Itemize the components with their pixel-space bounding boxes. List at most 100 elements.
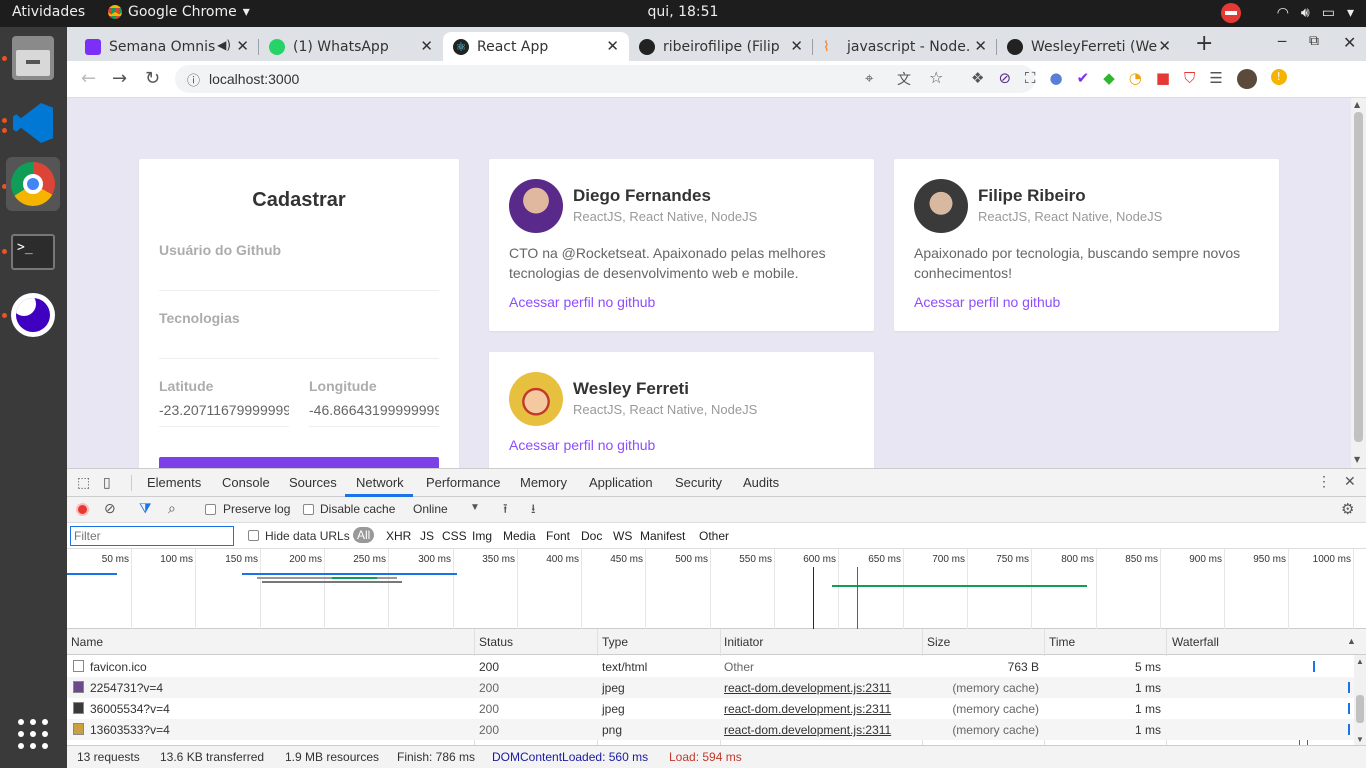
info-icon[interactable]: ⓘ xyxy=(187,70,200,89)
type-filter-css[interactable]: CSS xyxy=(442,529,467,543)
column-header-size[interactable]: Size xyxy=(927,635,950,649)
restore-button[interactable]: ⧉ xyxy=(1309,33,1319,49)
page-scrollbar[interactable]: ▲ ▼ xyxy=(1351,98,1366,468)
column-header-time[interactable]: Time xyxy=(1049,635,1075,649)
shield-icon[interactable]: ⛉ xyxy=(1184,69,1195,89)
tag-icon[interactable]: ◆ xyxy=(1103,69,1115,89)
scroll-down-icon[interactable]: ▼ xyxy=(1354,455,1360,464)
tab-performance[interactable]: Performance xyxy=(426,475,500,490)
tab-react-app[interactable]: ⚛ React App ✕ xyxy=(443,32,629,61)
column-header-waterfall[interactable]: Waterfall xyxy=(1172,635,1219,649)
column-header-name[interactable]: Name xyxy=(71,635,103,649)
more-options-icon[interactable]: ⋮ xyxy=(1317,473,1331,490)
tab-semana-omnistack[interactable]: Semana Omnis ◀) ✕ xyxy=(75,32,259,61)
translate-icon[interactable]: 文 xyxy=(897,69,911,89)
type-filter-xhr[interactable]: XHR xyxy=(386,529,411,543)
chrome-dock-icon[interactable] xyxy=(6,157,60,211)
tab-memory[interactable]: Memory xyxy=(520,475,567,490)
close-tab-icon[interactable]: ✕ xyxy=(1158,37,1171,55)
media-controls-icon[interactable]: ☰ xyxy=(1209,69,1222,89)
close-tab-icon[interactable]: ✕ xyxy=(236,37,249,55)
dropbox-icon[interactable]: ❖ xyxy=(971,69,984,89)
latitude-input[interactable]: -23.20711679999999 xyxy=(159,402,289,418)
extension-blue-icon[interactable]: ● xyxy=(1050,69,1063,89)
block-icon[interactable]: ⊘ xyxy=(998,69,1011,89)
tab-elements[interactable]: Elements xyxy=(147,475,201,490)
tab-ribeirofilipe-github[interactable]: ribeirofilipe (Filip ✕ xyxy=(629,32,813,61)
close-tab-icon[interactable]: ✕ xyxy=(420,37,433,55)
network-overview[interactable]: 50 ms 100 ms 150 ms 200 ms 250 ms 300 ms 350 m… xyxy=(67,549,1366,629)
type-filter-media[interactable]: Media xyxy=(503,529,536,543)
type-filter-all[interactable]: All xyxy=(353,527,375,543)
disable-cache-checkbox[interactable] xyxy=(303,504,314,515)
device-toolbar-icon[interactable]: ▯ xyxy=(103,474,111,491)
close-tab-icon[interactable]: ✕ xyxy=(606,37,619,55)
files-icon[interactable] xyxy=(6,31,60,85)
tab-application[interactable]: Application xyxy=(589,475,653,490)
column-header-initiator[interactable]: Initiator xyxy=(724,635,763,649)
system-tray[interactable]: ◠ 🔊︎ ▭ ▾ xyxy=(1220,3,1354,23)
type-filter-font[interactable]: Font xyxy=(546,529,570,543)
hide-data-urls-checkbox[interactable] xyxy=(248,530,259,541)
throttling-select[interactable]: Online xyxy=(413,502,448,516)
preserve-log-checkbox[interactable] xyxy=(205,504,216,515)
table-row[interactable]: 36005534?v=4 200 jpeg react-dom.development… xyxy=(67,698,1354,719)
initiator-link[interactable]: react-dom.development.js:2311 xyxy=(724,723,891,737)
url-text[interactable]: localhost:3000 xyxy=(209,71,299,87)
column-header-type[interactable]: Type xyxy=(602,635,628,649)
inspect-element-icon[interactable]: ⬚ xyxy=(77,474,90,491)
filter-input[interactable] xyxy=(70,526,234,546)
rss-icon[interactable]: ◔ xyxy=(1129,69,1142,89)
tab-security[interactable]: Security xyxy=(675,475,722,490)
save-button[interactable] xyxy=(159,457,439,468)
tab-stackoverflow[interactable]: ⌇ javascript - Node. ✕ xyxy=(813,32,997,61)
screenshot-icon[interactable]: ⛶ xyxy=(1025,69,1036,89)
filter-icon[interactable]: ⧩ xyxy=(139,500,152,517)
location-icon[interactable]: ⌖ xyxy=(865,69,873,87)
github-username-input[interactable] xyxy=(159,263,439,291)
scrollbar-thumb[interactable] xyxy=(1354,112,1363,442)
type-filter-js[interactable]: JS xyxy=(420,529,434,543)
scroll-down-icon[interactable]: ▼ xyxy=(1356,735,1364,744)
github-profile-link[interactable]: Acessar perfil no github xyxy=(509,437,655,453)
scroll-up-icon[interactable]: ▲ xyxy=(1356,657,1364,666)
vscode-icon[interactable] xyxy=(6,96,60,150)
tab-audits[interactable]: Audits xyxy=(743,475,779,490)
update-alert-icon[interactable]: ! xyxy=(1270,69,1287,85)
insomnia-icon[interactable] xyxy=(6,288,60,342)
initiator-link[interactable]: react-dom.development.js:2311 xyxy=(724,702,891,716)
bookmark-star-icon[interactable]: ☆ xyxy=(929,68,943,87)
type-filter-manifest[interactable]: Manifest xyxy=(640,529,685,543)
table-row[interactable]: favicon.ico 200 text/html Other 763 B 5 ms xyxy=(67,656,1354,677)
new-tab-button[interactable]: + xyxy=(1195,31,1213,56)
search-icon[interactable]: ⌕ xyxy=(168,500,176,517)
settings-gear-icon[interactable]: ⚙ xyxy=(1341,500,1354,518)
record-button[interactable] xyxy=(76,503,89,516)
type-filter-other[interactable]: Other xyxy=(699,529,729,543)
close-window-button[interactable]: ✕ xyxy=(1343,33,1356,52)
import-har-icon[interactable]: ⭱ xyxy=(503,500,508,522)
export-har-icon[interactable]: ⭳ xyxy=(531,500,536,522)
forward-button[interactable]: → xyxy=(112,68,127,89)
type-filter-img[interactable]: Img xyxy=(472,529,492,543)
extension-red-icon[interactable]: ■ xyxy=(1156,69,1170,89)
address-bar[interactable]: ⓘ localhost:3000 ⌖ 文 ☆ xyxy=(175,65,1035,93)
github-profile-link[interactable]: Acessar perfil no github xyxy=(914,294,1060,310)
type-filter-doc[interactable]: Doc xyxy=(581,529,602,543)
tab-console[interactable]: Console xyxy=(222,475,270,490)
terminal-icon[interactable]: >_ xyxy=(6,225,60,279)
column-header-status[interactable]: Status xyxy=(479,635,513,649)
table-scrollbar[interactable]: ▲ ▼ xyxy=(1354,655,1366,747)
initiator-link[interactable]: react-dom.development.js:2311 xyxy=(724,681,891,695)
show-applications-icon[interactable] xyxy=(6,707,60,761)
scrollbar-thumb[interactable] xyxy=(1356,695,1364,723)
back-button[interactable]: ← xyxy=(81,68,96,89)
table-row[interactable]: 13603533?v=4 200 png react-dom.development.… xyxy=(67,719,1354,740)
longitude-input[interactable]: -46.86643199999999 xyxy=(309,402,439,418)
checkmark-icon[interactable]: ✔ xyxy=(1077,69,1090,89)
tab-wesleyferreti-github[interactable]: WesleyFerreti (We ✕ xyxy=(997,32,1181,61)
tab-whatsapp[interactable]: (1) WhatsApp ✕ xyxy=(259,32,443,61)
techs-input[interactable] xyxy=(159,331,439,359)
close-tab-icon[interactable]: ✕ xyxy=(974,37,987,55)
github-profile-link[interactable]: Acessar perfil no github xyxy=(509,294,655,310)
